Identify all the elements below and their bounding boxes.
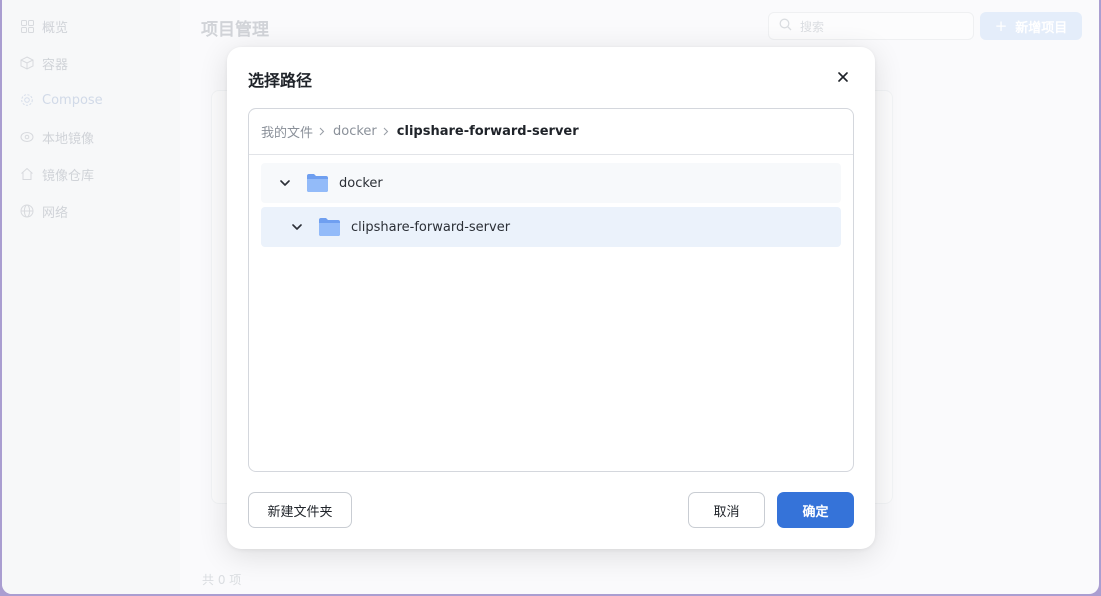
breadcrumb-item-current: clipshare-forward-server [396, 124, 579, 139]
folder-icon [306, 173, 329, 193]
chevron-down-icon[interactable] [273, 171, 297, 195]
tree-row-docker[interactable]: docker [261, 163, 841, 203]
folder-browser: 我的文件 docker clipshare-forward-server doc… [248, 108, 854, 472]
chevron-down-icon[interactable] [285, 215, 309, 239]
chevron-right-icon [319, 127, 325, 136]
cancel-button[interactable]: 取消 [688, 492, 765, 528]
breadcrumb-item-docker[interactable]: docker [333, 124, 377, 139]
dialog-title: 选择路径 [248, 71, 313, 90]
chevron-right-icon [383, 127, 389, 136]
tree-item-label: docker [339, 175, 383, 191]
breadcrumb: 我的文件 docker clipshare-forward-server [249, 109, 853, 155]
breadcrumb-item-my-files[interactable]: 我的文件 [261, 122, 313, 141]
select-path-dialog: 选择路径 我的文件 docker clipshare-forward-serve… [227, 47, 875, 549]
close-button[interactable] [833, 67, 853, 87]
new-folder-button[interactable]: 新建文件夹 [248, 492, 352, 528]
folder-tree: docker clipshare-forward-server [249, 155, 853, 247]
folder-icon [318, 217, 341, 237]
tree-item-label: clipshare-forward-server [351, 219, 511, 235]
tree-row-clipshare-forward-server[interactable]: clipshare-forward-server [261, 207, 841, 247]
close-icon [838, 72, 848, 82]
confirm-button[interactable]: 确定 [777, 492, 854, 528]
